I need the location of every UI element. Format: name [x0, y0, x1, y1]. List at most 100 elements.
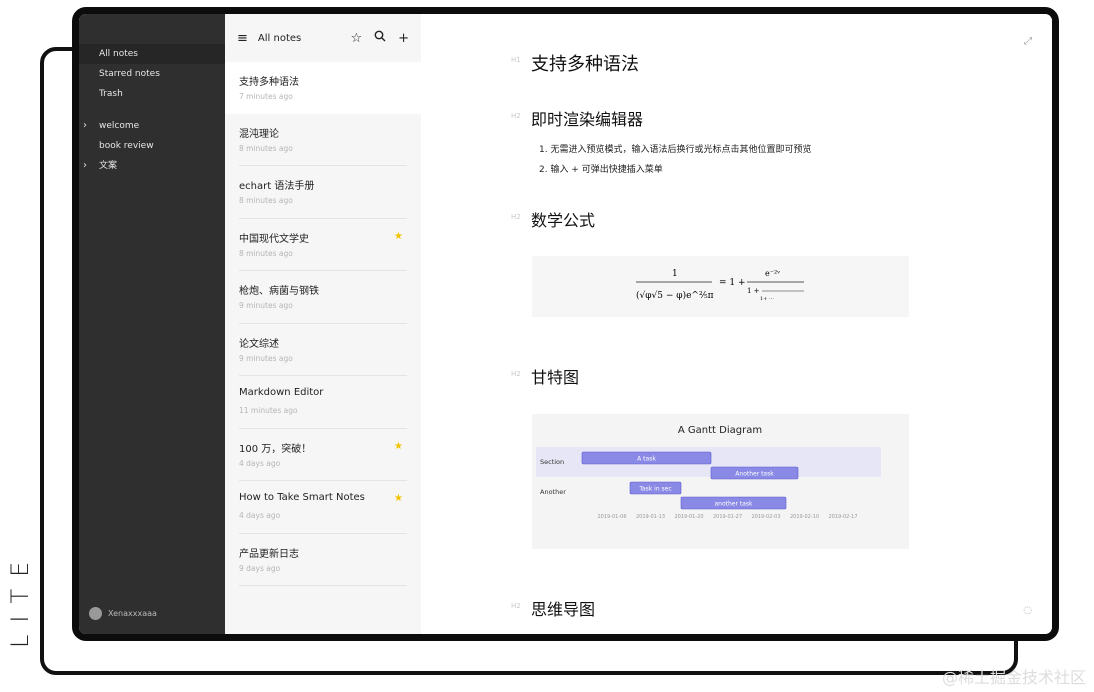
math-rhs: = 1 + [719, 278, 746, 288]
note-list-item[interactable]: Markdown Editor 11 minutes ago [239, 376, 407, 429]
gantt-section-label: Section [540, 458, 564, 466]
heading-level-tag: H2 [511, 370, 521, 378]
brand-side-text: LITE [6, 549, 34, 648]
note-title: 支持多种语法 [239, 77, 299, 88]
heading-h2: H2 即时渲染编辑器 [511, 106, 644, 130]
folder-list: › welcome book review › 文案 [79, 116, 225, 176]
folder-book-review[interactable]: book review [79, 136, 225, 156]
heading-text: 数学公式 [531, 211, 596, 230]
gantt-task-label: another task [714, 501, 753, 508]
menu-icon[interactable]: ≡ [237, 31, 248, 46]
heading-level-tag: H2 [511, 112, 521, 120]
note-list-item[interactable]: 100 万，突破！ 4 days ago ★ [239, 429, 407, 481]
heading-h2: H2 数学公式 [511, 207, 596, 231]
heading-text: 即时渲染编辑器 [531, 110, 644, 129]
gantt-tick-label: 2019-01-27 [713, 514, 742, 520]
sidebar-item-trash[interactable]: Trash [79, 84, 225, 104]
gantt-task-label: Task in sec [638, 486, 671, 493]
note-title: 混沌理论 [239, 128, 279, 140]
svg-text:1 +: 1 + [747, 287, 760, 295]
note-timestamp: 4 days ago [239, 458, 281, 468]
gantt-task-label: A task [637, 456, 656, 463]
note-title: echart 语法手册 [239, 181, 315, 192]
note-list-header: ≡ All notes ☆ + [225, 14, 421, 62]
gantt-tick-label: 2019-01-06 [597, 514, 626, 520]
star-filter-icon[interactable]: ☆ [350, 31, 362, 46]
sidebar-item-all-notes[interactable]: All notes [79, 44, 225, 64]
sidebar: All notes Starred notes Trash › welcome … [79, 14, 225, 634]
user-name: Xenaxxxaaa [108, 609, 157, 618]
app-window: All notes Starred notes Trash › welcome … [72, 7, 1059, 641]
chevron-right-icon[interactable]: › [83, 116, 87, 136]
brand-side-label: LITE [6, 548, 36, 648]
heading-text: 思维导图 [531, 600, 596, 619]
fraction-numerator: 1 [672, 269, 678, 279]
svg-text:(√φ√5 − φ)e^⅖π: (√φ√5 − φ)e^⅖π [636, 290, 714, 301]
note-timestamp: 9 minutes ago [239, 301, 293, 310]
note-timestamp: 11 minutes ago [239, 406, 298, 415]
folder-welcome[interactable]: › welcome [79, 116, 225, 136]
heading-level-tag: H1 [511, 56, 521, 64]
math-formula-block[interactable]: 1 (√φ√5 − φ)e^⅖π = 1 + e⁻²ᵛ 1 + 1+ ⋯ [532, 256, 909, 317]
note-title: How to Take Smart Notes [239, 492, 365, 503]
gantt-section-label: Another [540, 488, 566, 496]
gantt-tick-label: 2019-01-13 [636, 514, 665, 520]
folder-label: welcome [99, 121, 140, 131]
search-icon[interactable] [374, 30, 386, 46]
heading-level-tag: H2 [511, 602, 521, 610]
expand-icon[interactable]: ⤢ [1024, 36, 1032, 47]
ordered-list: 1. 无需进入预览模式，输入语法后换行或光标点击其他位置即可预览 2. 输入 +… [539, 140, 811, 180]
note-timestamp: 9 days ago [239, 563, 281, 573]
note-list-item[interactable]: echart 语法手册 8 minutes ago [239, 166, 407, 219]
note-timestamp: 4 days ago [239, 511, 281, 520]
gantt-title: A Gantt Diagram [678, 425, 762, 436]
sidebar-item-starred-notes[interactable]: Starred notes [79, 64, 225, 84]
sync-icon[interactable]: ◌ [1023, 605, 1032, 616]
note-timestamp: 7 minutes ago [239, 92, 293, 101]
note-list-item[interactable]: 中国现代文学史 8 minutes ago ★ [239, 219, 407, 271]
gantt-tick-label: 2019-01-20 [674, 514, 703, 520]
heading-text: 甘特图 [531, 368, 580, 387]
avatar [89, 607, 102, 620]
heading-h1: H1 支持多种语法 [511, 50, 639, 76]
folder-copywriting[interactable]: › 文案 [79, 156, 225, 176]
note-title: 产品更新日志 [239, 548, 299, 560]
note-title: 论文综述 [239, 338, 279, 350]
gantt-tick-label: 2019-02-17 [828, 514, 857, 520]
note-title: 中国现代文学史 [239, 233, 309, 245]
star-icon[interactable]: ★ [394, 231, 403, 242]
star-icon[interactable]: ★ [394, 493, 403, 504]
list-item: 2. 输入 + 可弹出快捷插入菜单 [539, 165, 663, 175]
note-list-title: All notes [257, 32, 302, 44]
math-exp: e⁻²ᵛ [765, 269, 780, 278]
note-title: 100 万，突破！ [239, 443, 312, 455]
note-items: 支持多种语法 7 minutes ago 混沌理论 8 minutes ago echa… [225, 62, 421, 586]
user-profile[interactable]: Xenaxxxaaa [89, 607, 157, 620]
gantt-task-label: Another task [735, 471, 774, 478]
note-list-item[interactable]: 混沌理论 8 minutes ago [239, 114, 407, 166]
note-list-item[interactable]: 产品更新日志 9 days ago [239, 534, 407, 586]
note-timestamp: 8 minutes ago [239, 143, 293, 153]
folder-label: 文案 [99, 161, 118, 171]
gantt-tick-label: 2019-02-10 [790, 514, 819, 520]
note-list-item[interactable]: 支持多种语法 7 minutes ago [225, 62, 421, 114]
note-timestamp: 8 minutes ago [239, 196, 293, 205]
chevron-right-icon[interactable]: › [83, 156, 87, 176]
heading-level-tag: H2 [511, 213, 521, 221]
note-list: ≡ All notes ☆ + 支持多种语法 7 minutes ago 混沌理论 8… [225, 14, 421, 634]
note-list-item[interactable]: 论文综述 9 minutes ago [239, 324, 407, 376]
note-title: 枪炮、病菌与钢铁 [239, 286, 319, 297]
gantt-chart: A Gantt Diagram Section Another A task An… [536, 425, 881, 520]
editor[interactable]: H1 支持多种语法 H2 即时渲染编辑器 1. 无需进入预览模式，输入语法后换行… [421, 14, 1052, 634]
note-timestamp: 9 minutes ago [239, 353, 293, 363]
heading-h2: H2 思维导图 [511, 596, 596, 620]
note-title: Markdown Editor [239, 387, 324, 398]
star-icon[interactable]: ★ [394, 441, 403, 452]
math-formula: 1 (√φ√5 − φ)e^⅖π = 1 + e⁻²ᵛ 1 + 1+ ⋯ [636, 269, 804, 302]
note-list-item[interactable]: How to Take Smart Notes 4 days ago ★ [239, 481, 407, 534]
note-list-item[interactable]: 枪炮、病菌与钢铁 9 minutes ago [239, 271, 407, 324]
add-note-icon[interactable]: + [398, 31, 409, 46]
svg-text:1+ ⋯: 1+ ⋯ [760, 296, 774, 302]
note-timestamp: 8 minutes ago [239, 248, 293, 258]
gantt-chart-block[interactable]: A Gantt Diagram Section Another A task An… [532, 414, 909, 549]
